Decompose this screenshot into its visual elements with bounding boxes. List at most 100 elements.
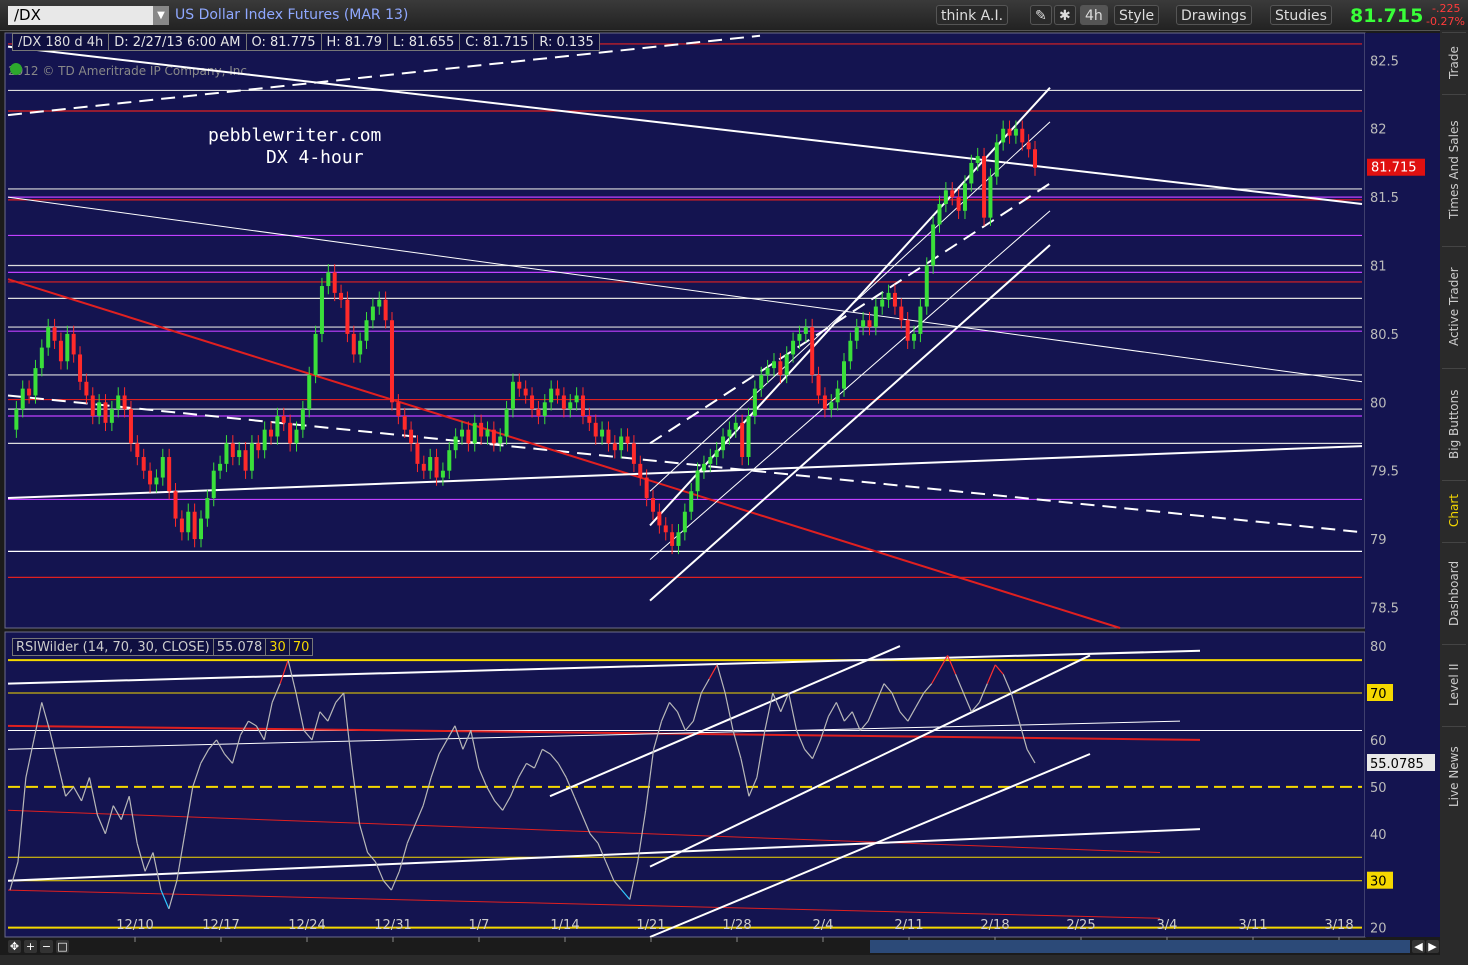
price-bar bbox=[625, 436, 630, 444]
info-date: D: 2/27/13 6:00 AM bbox=[108, 33, 247, 51]
price-bar bbox=[71, 333, 76, 355]
wrench-icon[interactable]: ✱ bbox=[1054, 5, 1076, 25]
price-bar bbox=[829, 402, 834, 410]
tab-level-ii[interactable]: Level II bbox=[1442, 644, 1466, 725]
price-bar bbox=[14, 409, 19, 430]
price-bar bbox=[1020, 128, 1025, 143]
price-bar bbox=[651, 498, 656, 512]
price-bar bbox=[415, 443, 420, 464]
info-icon[interactable] bbox=[10, 63, 22, 75]
tab-news-label: Live News bbox=[1447, 746, 1461, 808]
drawing-tool-icon[interactable]: ✎ bbox=[1030, 5, 1052, 25]
horizontal-scrollbar[interactable] bbox=[870, 940, 1410, 953]
price-bar bbox=[224, 443, 229, 464]
x-tick-label: 12/24 bbox=[288, 918, 325, 933]
last-price-tag: 81.715 bbox=[1367, 158, 1425, 176]
price-bar bbox=[97, 402, 102, 416]
rsi-highlight-label: 30 bbox=[1370, 875, 1387, 890]
x-tick-label: 3/18 bbox=[1324, 918, 1353, 933]
x-tick-label: 2/18 bbox=[980, 918, 1009, 933]
price-bar bbox=[1013, 128, 1018, 136]
price-bar bbox=[109, 409, 114, 423]
info-low: L: 81.655 bbox=[387, 33, 461, 51]
price-bar bbox=[1033, 149, 1037, 168]
x-tick-label: 1/7 bbox=[469, 918, 490, 933]
think-ai-button[interactable]: think A.I. bbox=[936, 5, 1009, 25]
last-price: 81.715 bbox=[1350, 5, 1424, 27]
price-bar bbox=[733, 422, 738, 430]
x-tick-label: 12/17 bbox=[202, 918, 239, 933]
tab-active-trader[interactable]: Active Trader bbox=[1442, 246, 1466, 367]
tab-big-buttons[interactable]: Big Buttons bbox=[1442, 368, 1466, 479]
price-bar bbox=[186, 511, 191, 533]
price-bar bbox=[300, 409, 305, 430]
zoom-in-icon[interactable]: + bbox=[24, 940, 37, 953]
chart-canvas[interactable]: 2012 © TD Ameritrade IP Company, Inc. pe… bbox=[0, 30, 1440, 955]
tab-active-label: Active Trader bbox=[1447, 267, 1461, 347]
symbol-dropdown-icon[interactable]: ▼ bbox=[153, 6, 169, 25]
tab-chart[interactable]: Chart bbox=[1442, 480, 1466, 541]
price-bar bbox=[472, 422, 477, 444]
price-bar bbox=[409, 429, 414, 444]
price-bar bbox=[218, 463, 223, 471]
price-bar bbox=[988, 176, 993, 218]
drawings-button[interactable]: Drawings bbox=[1176, 5, 1252, 25]
price-bar bbox=[759, 374, 764, 389]
tab-times-and-sales[interactable]: Times And Sales bbox=[1442, 94, 1466, 245]
price-bar bbox=[931, 224, 936, 266]
timeframe-button[interactable]: 4h bbox=[1080, 5, 1108, 25]
price-bar bbox=[421, 463, 426, 471]
fit-icon[interactable]: □ bbox=[56, 940, 69, 953]
price-bar bbox=[326, 272, 331, 287]
price-tick-label: 80 bbox=[1370, 396, 1387, 411]
price-tick-label: 81 bbox=[1370, 260, 1387, 275]
price-bar bbox=[27, 388, 32, 396]
tab-trade[interactable]: Trade bbox=[1442, 32, 1466, 93]
pan-icon[interactable]: ✥ bbox=[8, 940, 21, 953]
price-bar bbox=[154, 477, 159, 485]
price-bar bbox=[504, 409, 509, 437]
zoom-out-icon[interactable]: − bbox=[40, 940, 53, 953]
rsi-title: RSIWilder (14, 70, 30, CLOSE) bbox=[12, 638, 214, 656]
scroll-left-icon[interactable]: ◀ bbox=[1412, 940, 1425, 953]
rsi-value: 55.078 bbox=[212, 638, 267, 656]
x-tick-label: 2/25 bbox=[1066, 918, 1095, 933]
studies-button[interactable]: Studies bbox=[1270, 5, 1332, 25]
price-bar bbox=[20, 388, 25, 410]
price-bar bbox=[542, 402, 547, 416]
price-bar bbox=[358, 340, 363, 355]
price-bar bbox=[249, 443, 254, 471]
price-bar bbox=[33, 368, 38, 396]
price-bar bbox=[345, 299, 350, 334]
price-bar bbox=[173, 491, 178, 519]
symbol-input[interactable]: /DX bbox=[8, 6, 153, 25]
timeframe-label: 4h bbox=[1085, 8, 1103, 24]
price-tick-label: 82 bbox=[1370, 123, 1387, 138]
tab-big-label: Big Buttons bbox=[1447, 389, 1461, 459]
price-bar bbox=[740, 422, 745, 458]
price-bar bbox=[116, 395, 121, 410]
price-bar bbox=[1026, 142, 1031, 150]
price-bar bbox=[58, 340, 63, 362]
rsi-tick-label: 80 bbox=[1370, 640, 1387, 655]
price-bar bbox=[294, 429, 299, 444]
scroll-right-icon[interactable]: ▶ bbox=[1426, 940, 1439, 953]
style-button[interactable]: Style bbox=[1114, 5, 1160, 25]
price-bar bbox=[351, 333, 356, 355]
price-bar bbox=[593, 422, 598, 437]
price-bar bbox=[339, 292, 344, 300]
price-bar bbox=[752, 388, 757, 416]
price-bar bbox=[765, 368, 770, 375]
price-bar bbox=[383, 299, 388, 321]
price-bar bbox=[587, 415, 592, 423]
price-bar bbox=[319, 286, 324, 334]
price-bar bbox=[606, 429, 611, 444]
tab-live-news[interactable]: Live News bbox=[1442, 726, 1466, 827]
price-bar bbox=[873, 306, 878, 328]
price-bar bbox=[994, 142, 999, 177]
price-bar bbox=[937, 203, 942, 225]
price-bar bbox=[746, 415, 751, 458]
price-bar bbox=[466, 429, 471, 444]
tab-dashboard[interactable]: Dashboard bbox=[1442, 542, 1466, 643]
rsi-oversold: 30 bbox=[265, 638, 290, 656]
